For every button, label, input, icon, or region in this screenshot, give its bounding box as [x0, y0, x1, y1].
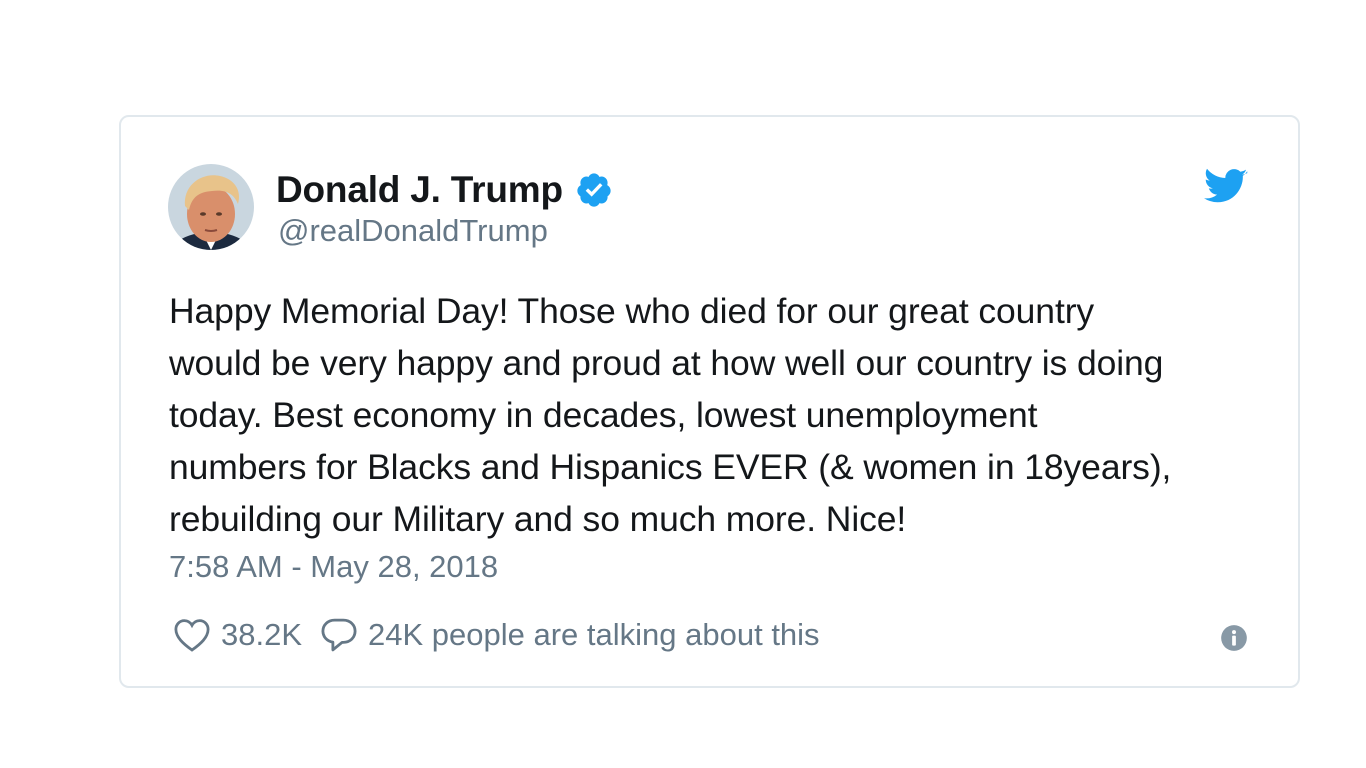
twitter-bird-icon[interactable] — [1204, 167, 1248, 207]
heart-icon[interactable] — [171, 614, 213, 656]
talking-count: 24K people are talking about this — [368, 617, 820, 652]
info-icon[interactable] — [1220, 624, 1248, 652]
tweet-text: Happy Memorial Day! Those who died for o… — [169, 291, 1172, 539]
avatar[interactable] — [168, 164, 254, 250]
tweet-timestamp[interactable]: 7:58 AM - May 28, 2018 — [169, 549, 498, 585]
like-count: 38.2K — [221, 617, 303, 652]
name-row: Donald J. Trump — [276, 169, 613, 211]
tweet-actions: 38.2K 24K people are talking about this — [171, 614, 820, 656]
verified-badge-icon — [577, 173, 611, 207]
speech-bubble-icon — [321, 618, 357, 652]
tweet-card: Donald J. Trump @realDonaldTrump Happy M… — [119, 115, 1300, 688]
talking-link[interactable]: 24K people are talking about this — [318, 614, 820, 656]
user-handle[interactable]: @realDonaldTrump — [278, 213, 548, 249]
display-name[interactable]: Donald J. Trump — [276, 169, 563, 211]
